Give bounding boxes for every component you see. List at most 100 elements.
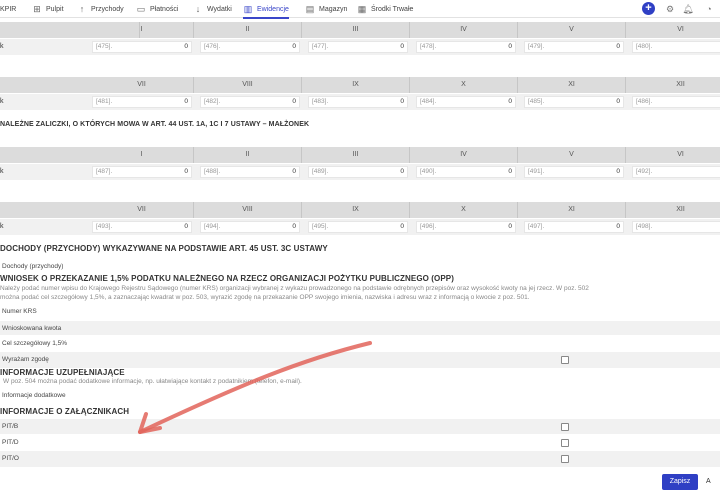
amount-field[interactable]: [498].	[632, 221, 720, 233]
tab-label: Magazyn	[319, 5, 348, 13]
grid1-value-row-a: k [475]. 0 [476]. 0 [477]. 0 [478]. 0 [479].…	[0, 39, 720, 55]
notification-icon[interactable]: 🔔︎	[682, 3, 694, 15]
amount-field[interactable]: [481]. 0	[92, 96, 192, 108]
amount-field[interactable]: [476]. 0	[200, 41, 300, 53]
amount-field[interactable]: [485]. 0	[524, 96, 624, 108]
form-row-numer-krs[interactable]: Numer KRS	[0, 303, 720, 320]
amount-field[interactable]: [478]. 0	[416, 41, 516, 53]
grid2-header-row-b: VII VIII IX X XI XII	[0, 202, 720, 218]
grid2-value-row-b: k [493]. 0 [494]. 0 [495]. 0 [496]. 0 [497].…	[0, 219, 720, 235]
amount-field[interactable]: [488]. 0	[200, 166, 300, 178]
amount-field[interactable]: [493]. 0	[92, 221, 192, 233]
section-title-attachments: INFORMACJE O ZAŁĄCZNIKACH	[0, 407, 130, 416]
arrow-up-icon: ↑	[79, 4, 85, 14]
form-row-pit-b: PIT/B	[0, 418, 720, 435]
bar-chart-icon: ▥	[243, 4, 253, 14]
arrow-down-icon: ↓	[195, 4, 201, 14]
tab-label: KPIR	[0, 5, 17, 13]
field-label: PIT/B	[2, 423, 19, 430]
tab-label: Pulpit	[46, 5, 64, 13]
field-label: PIT/D	[2, 439, 19, 446]
form-row-pit-o: PIT/O	[0, 450, 720, 467]
column-header: XI	[517, 202, 625, 218]
form-row-cel-szczegolowy[interactable]: Cel szczegółowy 1,5%	[0, 335, 720, 352]
column-header: II	[193, 22, 301, 38]
column-header: XII	[625, 77, 720, 93]
column-header: V	[517, 147, 625, 163]
tab-label: Środki Trwałe	[371, 5, 414, 13]
column-header: X	[409, 77, 517, 93]
tab-pulpit[interactable]: ⊞ Pulpit	[32, 0, 64, 18]
grid2-value-row-a: k [487]. 0 [488]. 0 [489]. 0 [490]. 0 [491].…	[0, 164, 720, 180]
pit-o-checkbox[interactable]	[561, 455, 569, 463]
column-header: IX	[301, 77, 409, 93]
amount-field[interactable]: [487]. 0	[92, 166, 192, 178]
section-title-opp: WNIOSEK O PRZEKAZANIE 1,5% PODATKU NALEŻ…	[0, 274, 455, 283]
column-header: III	[301, 22, 409, 38]
section-title-info: INFORMACJE UZUPEŁNIAJĄCE	[0, 368, 125, 377]
column-header: VI	[625, 147, 720, 163]
tab-label: Płatności	[150, 5, 179, 13]
user-icon[interactable]: ◔	[703, 3, 715, 15]
column-header: VI	[625, 22, 720, 38]
amount-field[interactable]: [486].	[632, 96, 720, 108]
consent-checkbox[interactable]	[561, 356, 569, 364]
amount-field[interactable]: [489]. 0	[308, 166, 408, 178]
info-description: W poz. 504 można podać dodatkowe informa…	[3, 378, 302, 385]
column-header: IV	[409, 22, 517, 38]
row-label: k	[0, 98, 4, 105]
column-header: VIII	[193, 202, 301, 218]
column-header: II	[193, 147, 301, 163]
amount-field[interactable]: [479]. 0	[524, 41, 624, 53]
box-icon: ▤	[305, 4, 315, 14]
amount-field[interactable]: [490]. 0	[416, 166, 516, 178]
tab-wydatki[interactable]: ↓ Wydatki	[193, 0, 232, 18]
amount-field[interactable]: [497]. 0	[524, 221, 624, 233]
pit-d-checkbox[interactable]	[561, 439, 569, 447]
form-row-info-dodatkowe[interactable]: Informacje dodatkowe	[0, 387, 720, 404]
field-label: Numer KRS	[2, 308, 37, 315]
next-button[interactable]: A	[706, 474, 720, 490]
field-label: Informacje dodatkowe	[2, 392, 66, 399]
tab-ewidencje[interactable]: ▥ Ewidencje	[243, 0, 289, 19]
opp-description-line-2: można podać cel szczegółowy 1,5%, a zazn…	[0, 294, 530, 301]
column-header: XII	[625, 202, 720, 218]
pit-b-checkbox[interactable]	[561, 423, 569, 431]
tab-przychody[interactable]: ↑ Przychody	[77, 0, 124, 18]
amount-field[interactable]: [475]. 0	[92, 41, 192, 53]
amount-field[interactable]: [492].	[632, 166, 720, 178]
amount-field[interactable]: [480].	[632, 41, 720, 53]
top-navigation: KPIR ⊞ Pulpit ↑ Przychody ▭ Płatności ↓ Wyda…	[0, 0, 720, 19]
field-label: PIT/O	[2, 455, 19, 462]
tab-magazyn[interactable]: ▤ Magazyn	[305, 0, 348, 18]
tab-label: Wydatki	[207, 5, 232, 13]
column-header: V	[517, 22, 625, 38]
tab-platnosci[interactable]: ▭ Płatności	[136, 0, 179, 18]
column-header: IV	[409, 147, 517, 163]
section-title-malzonek: NALEŻNE ZALICZKI, O KTÓRYCH MOWA W ART. …	[0, 121, 310, 128]
amount-field[interactable]: [494]. 0	[200, 221, 300, 233]
amount-field[interactable]: [483]. 0	[308, 96, 408, 108]
amount-field[interactable]: [491]. 0	[524, 166, 624, 178]
field-label: Wyrażam zgodę	[2, 356, 49, 363]
form-row-wyrazam-zgode: Wyrażam zgodę	[0, 351, 720, 368]
grid1-header-row-a: I II III IV V VI	[0, 22, 720, 38]
field-label: Cel szczegółowy 1,5%	[2, 340, 68, 347]
amount-field[interactable]: [477]. 0	[308, 41, 408, 53]
column-header: IX	[301, 202, 409, 218]
form-row-dochody[interactable]: Dochody (przychody)	[0, 258, 720, 275]
settings-icon[interactable]: ⚙	[664, 3, 676, 15]
save-button[interactable]: Zapisz	[662, 474, 698, 490]
tab-kpir[interactable]: KPIR	[0, 0, 16, 18]
tab-srodki-trwale[interactable]: ▦ Środki Trwałe	[357, 0, 414, 18]
grid-icon: ⊞	[33, 4, 41, 14]
amount-field[interactable]: [495]. 0	[308, 221, 408, 233]
amount-field[interactable]: [496]. 0	[416, 221, 516, 233]
field-label: Dochody (przychody)	[2, 263, 64, 270]
amount-field[interactable]: [484]. 0	[416, 96, 516, 108]
add-button[interactable]: +	[642, 2, 655, 15]
amount-field[interactable]: [482]. 0	[200, 96, 300, 108]
grid1-header-row-b: VII VIII IX X XI XII	[0, 77, 720, 93]
column-header: III	[301, 147, 409, 163]
tab-label: Przychody	[91, 5, 124, 13]
